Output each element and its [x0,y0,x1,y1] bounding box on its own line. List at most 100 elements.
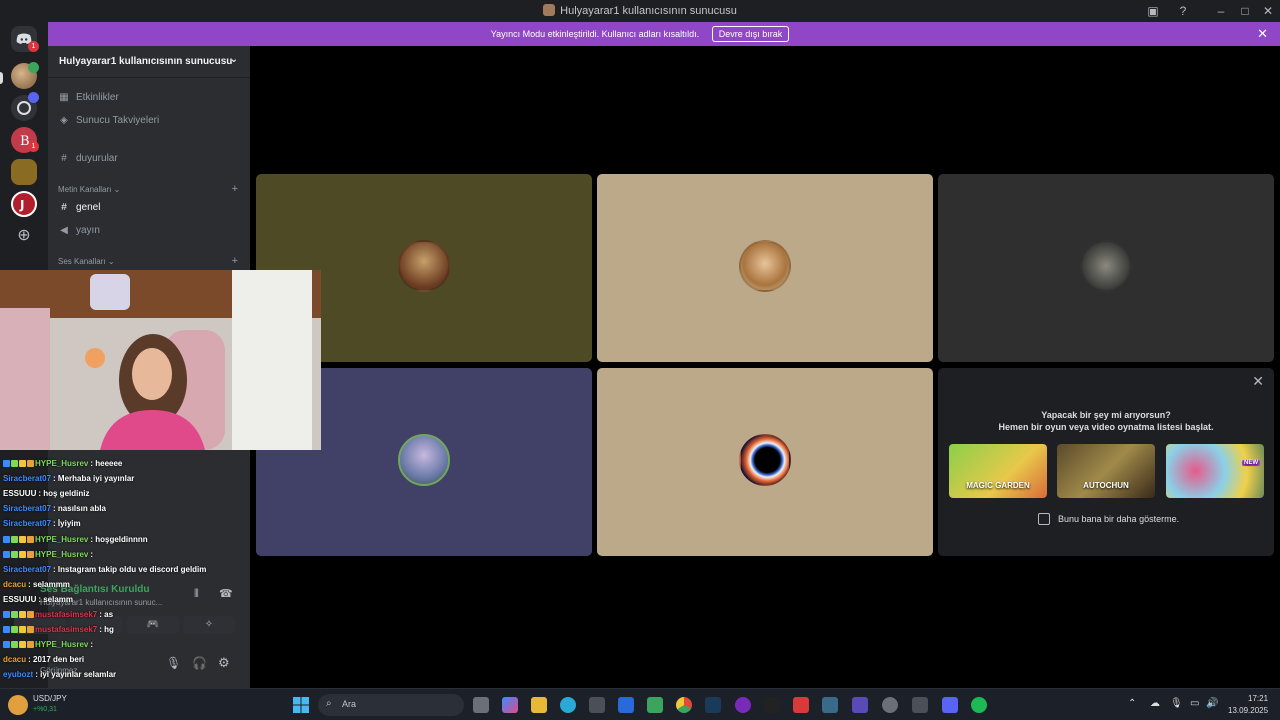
app-purple-icon[interactable] [735,697,751,713]
server-header[interactable]: Hulyayarar1 kullanıcısının sunucusu ⌄ [48,46,250,78]
webcam-overlay [0,270,321,450]
minimize-button[interactable]: – [1213,3,1229,19]
taskbar-search[interactable]: ⌕ Ara [318,694,464,716]
chat-username: HYPE_Husrev [35,640,89,650]
activity-card[interactable]: MAGIC GARDEN [949,444,1047,498]
store-icon[interactable] [589,697,605,713]
chat-line: eyubozt: iyi yayınlar selamlar [3,670,116,679]
activity-card[interactable]: NEW [1166,444,1264,498]
chat-badge-icon [27,460,34,467]
app-red-icon[interactable] [793,697,809,713]
steam-icon[interactable] [705,697,721,713]
epic-games-icon[interactable] [764,697,780,713]
close-banner-icon[interactable]: ✕ [1257,22,1268,46]
chat-message: : nasılsın abla [53,504,106,514]
chat-username: HYPE_Husrev [35,549,89,559]
chat-badge-icon [11,626,18,634]
chat-message: : heeeee [90,459,123,468]
channel-announcements[interactable]: # duyurular [58,153,117,164]
server-icon-j[interactable]: J [11,191,37,217]
participant-tile[interactable] [938,174,1274,362]
chevron-up-icon[interactable]: ⌃ [1128,698,1136,709]
app-gray-icon[interactable] [882,697,898,713]
chat-message: : [90,549,94,559]
copilot-icon[interactable] [502,697,518,713]
banner-text: Yayıncı Modu etkinleştirildi. Kullanıcı … [490,29,700,39]
dont-show-again-checkbox[interactable] [1038,513,1050,525]
webcam-image [0,270,321,450]
spotify-icon[interactable] [971,697,987,713]
chat-username: Siracberat07 [3,504,52,514]
volume-icon[interactable]: 🔊 [1206,698,1218,709]
participant-tile[interactable] [597,368,933,556]
calendar-icon: ▦ [59,92,69,103]
activity-suggestion-panel: ✕ Yapacak bir şey mi arıyorsun? Hemen bi… [938,368,1274,556]
app-violet-icon[interactable] [852,697,868,713]
microphone-tray-icon[interactable]: 🎙 [1170,698,1183,709]
outlook-icon[interactable] [618,697,634,713]
category-voice-channels[interactable]: Ses Kanalları ⌄ [58,257,115,266]
help-icon[interactable]: ? [1175,3,1191,19]
chat-badge-icon [19,535,26,543]
add-text-channel-icon[interactable]: + [232,183,238,195]
chat-badge-icon [27,626,34,634]
chat-line: Siracberat07: Merhaba iyi yayınlar [3,474,134,483]
chat-message: : as [99,610,114,619]
chat-line: dcacu: selammm [3,580,70,589]
voice-stage: ✕ Yapacak bir şey mi arıyorsun? Hemen bi… [250,46,1280,688]
chat-badge-icon [27,535,34,543]
chat-message: : selammm [28,579,70,589]
avatar [739,240,791,292]
task-view-icon[interactable] [473,697,489,713]
chat-username: HYPE_Husrev [35,459,89,468]
windows-start-icon[interactable] [292,696,310,714]
disable-streamer-mode-button[interactable]: Devre dışı bırak [711,26,790,42]
sidebar-item-events[interactable]: ▦ Etkinlikler [58,92,119,103]
activity-card[interactable]: AUTOCHUN [1057,444,1155,498]
inbox-icon[interactable]: ▣ [1145,3,1161,19]
chat-line: HYPE_Husrev: heeeee [3,459,122,468]
category-text-channels[interactable]: Metin Kanalları ⌄ [58,185,120,194]
server-icon-game[interactable] [11,159,37,185]
add-voice-channel-icon[interactable]: + [232,255,238,267]
file-explorer-icon[interactable] [531,697,547,713]
participant-tile[interactable] [597,174,933,362]
close-icon[interactable]: ✕ [1252,373,1264,390]
chat-badge-icon [19,641,26,649]
app-green-icon[interactable] [647,697,663,713]
app-bars-icon[interactable] [912,697,928,713]
edge-icon[interactable] [560,697,576,713]
chat-badge-icon [19,611,26,618]
chat-username: ESSUUU [3,489,37,499]
app-shark-icon[interactable] [822,697,838,713]
chat-line: HYPE_Husrev: [3,550,93,559]
channel-genel[interactable]: # genel [58,202,100,213]
chrome-icon[interactable] [676,697,692,713]
avatar [398,240,450,292]
chat-line: Siracberat07: İyiyim [3,519,81,528]
chat-username: dcacu [3,579,27,589]
chat-message: : [90,640,94,650]
window-title: Hulyayarar1 kullanıcısının sunucusu [0,4,1280,17]
sidebar-item-boosts[interactable]: ◈ Sunucu Takviyeleri [58,115,159,126]
chat-username: HYPE_Husrev [35,534,89,544]
maximize-button[interactable]: □ [1237,3,1253,19]
chat-username: dcacu [3,655,27,665]
chat-line: HYPE_Husrev: hoşgeldinnnn [3,535,148,544]
chat-message: : Merhaba iyi yayınlar [53,474,135,484]
discord-taskbar-icon[interactable] [942,697,958,713]
cloud-icon[interactable]: ☁ [1150,698,1160,709]
clock-time[interactable]: 17:21 [1248,694,1268,703]
suggest-subtitle: Hemen bir oyun veya video oynatma listes… [998,422,1214,432]
weather-widget-icon[interactable] [8,695,28,715]
chat-badge-icon [11,535,18,543]
network-icon[interactable]: ▭ [1190,698,1199,709]
channel-yayin[interactable]: ◀ yayın [58,225,100,236]
close-window-button[interactable]: ✕ [1260,3,1276,19]
chat-line: mustafasimsek7: hg [3,625,114,634]
add-server-icon[interactable]: ⊕ [11,223,37,249]
home-badge: 1 [28,41,39,52]
chat-message: : Instagram takip oldu ve discord geldim [53,564,207,574]
clock-date[interactable]: 13.09.2025 [1228,706,1268,715]
chat-username: Siracberat07 [3,519,52,529]
